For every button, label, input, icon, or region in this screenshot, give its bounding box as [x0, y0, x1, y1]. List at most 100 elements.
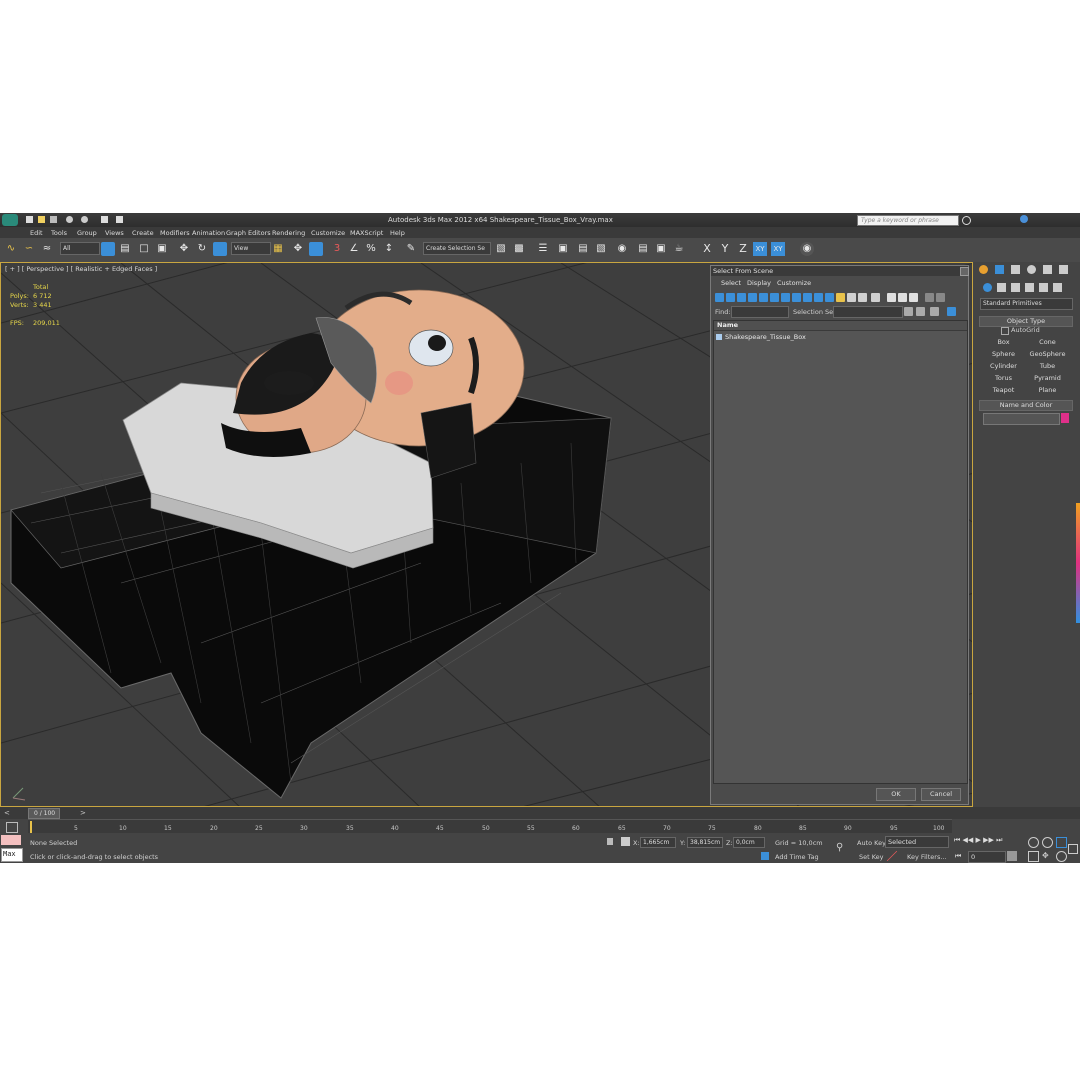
material-editor-icon[interactable]: ◉ — [615, 242, 629, 256]
maxscript-listener-swatch[interactable] — [1, 835, 21, 845]
graphite-modeling-icon[interactable]: ▣ — [556, 242, 570, 256]
angle-snap-icon[interactable]: ∠ — [347, 242, 361, 256]
x-coord-field[interactable]: 1,665cm — [640, 837, 676, 848]
display-spacewarps-icon[interactable] — [770, 293, 779, 302]
help-search-input[interactable]: Type a keyword or phrase — [857, 215, 959, 226]
select-all-icon[interactable] — [887, 293, 896, 302]
menu-create[interactable]: Create — [132, 229, 154, 237]
display-xrefs-icon[interactable] — [792, 293, 801, 302]
edit-named-selection-icon[interactable]: ✎ — [404, 242, 418, 256]
name-column-header[interactable]: Name — [714, 321, 967, 331]
time-slider[interactable]: 0 / 100 < > — [0, 807, 1080, 819]
teapot-button[interactable]: Teapot — [983, 385, 1024, 395]
pyramid-button[interactable]: Pyramid — [1027, 373, 1068, 383]
select-and-move-icon[interactable]: ✥ — [177, 242, 191, 256]
selection-set-add-icon[interactable] — [916, 307, 925, 316]
reference-coordinate-dropdown[interactable]: View — [231, 242, 271, 255]
search-icon[interactable] — [962, 216, 971, 225]
display-lights-icon[interactable] — [737, 293, 746, 302]
object-name-input[interactable] — [983, 413, 1060, 425]
display-invert-icon[interactable] — [871, 293, 880, 302]
display-containers-icon[interactable] — [814, 293, 823, 302]
zoom-all-icon[interactable] — [1042, 837, 1053, 848]
selection-filter-dropdown[interactable]: All — [60, 242, 100, 255]
bind-space-warp-icon[interactable]: ≈ — [40, 242, 54, 256]
mini-curve-editor-icon[interactable] — [6, 822, 18, 833]
key-filters-button[interactable]: Key Filters... — [907, 853, 947, 861]
menu-views[interactable]: Views — [105, 229, 124, 237]
cancel-button[interactable]: Cancel — [921, 788, 961, 801]
menu-rendering[interactable]: Rendering — [272, 229, 305, 237]
pivot-center-icon[interactable]: ▦ — [271, 242, 285, 256]
auto-key-button[interactable]: Auto Key — [857, 839, 886, 847]
helpers-category-icon[interactable] — [1039, 283, 1048, 292]
menu-tools[interactable]: Tools — [51, 229, 67, 237]
orbit-icon[interactable] — [1056, 851, 1067, 862]
zoom-icon[interactable] — [1028, 837, 1039, 848]
menu-help[interactable]: Help — [390, 229, 405, 237]
lock-selection-icon[interactable] — [607, 838, 613, 845]
modify-tab-icon[interactable] — [995, 265, 1004, 274]
axis-xy-cycle-button[interactable]: XY — [771, 242, 785, 256]
create-tab-icon[interactable] — [979, 265, 988, 274]
curve-editor-icon[interactable]: ▤ — [576, 242, 590, 256]
select-and-move-active-icon[interactable] — [213, 242, 227, 256]
keyboard-shortcut-override-icon[interactable] — [309, 242, 323, 256]
name-and-color-rollout[interactable]: Name and Color — [979, 400, 1073, 411]
zoom-extents-icon[interactable] — [1056, 837, 1067, 848]
go-to-start-icon[interactable]: ⏮ — [955, 852, 965, 860]
cameras-category-icon[interactable] — [1025, 283, 1034, 292]
dialog-menu-select[interactable]: Select — [721, 279, 741, 287]
axis-z-button[interactable]: Z — [736, 242, 750, 256]
menu-animation[interactable]: Animation — [192, 229, 225, 237]
select-and-manipulate-icon[interactable]: ✥ — [291, 242, 305, 256]
selection-set-highlight-icon[interactable] — [947, 307, 956, 316]
time-configuration-icon[interactable] — [1007, 851, 1017, 861]
select-none-icon[interactable] — [898, 293, 907, 302]
object-color-swatch[interactable] — [1061, 413, 1069, 423]
ok-button[interactable]: OK — [876, 788, 916, 801]
key-mode-dropdown[interactable]: Selected — [885, 836, 949, 848]
menu-maxscript[interactable]: MAXScript — [350, 229, 383, 237]
rectangular-selection-icon[interactable]: □ — [137, 242, 151, 256]
axis-y-button[interactable]: Y — [718, 242, 732, 256]
pan-view-icon[interactable]: ✥ — [1042, 851, 1051, 860]
torus-button[interactable]: Torus — [983, 373, 1024, 383]
y-coord-field[interactable]: 38,815cm — [687, 837, 723, 848]
display-frozen-icon[interactable] — [825, 293, 834, 302]
maximize-viewport-icon[interactable] — [1068, 844, 1078, 854]
percent-snap-icon[interactable]: % — [364, 242, 378, 256]
geosphere-button[interactable]: GeoSphere — [1027, 349, 1068, 359]
scene-object-list[interactable]: Name Shakespeare_Tissue_Box — [713, 320, 968, 784]
rendered-frame-window-icon[interactable]: ▣ — [654, 242, 668, 256]
selection-set-edit-icon[interactable] — [904, 307, 913, 316]
filter-options-icon[interactable] — [936, 293, 945, 302]
hierarchy-tab-icon[interactable] — [1011, 265, 1020, 274]
tube-button[interactable]: Tube — [1027, 361, 1068, 371]
maxscript-mini-listener[interactable]: Max — [1, 848, 23, 862]
utilities-tab-icon[interactable] — [1059, 265, 1068, 274]
dialog-menu-customize[interactable]: Customize — [777, 279, 811, 287]
motion-tab-icon[interactable] — [1027, 265, 1036, 274]
app-logo-icon[interactable] — [2, 214, 18, 226]
display-geometry-icon[interactable] — [715, 293, 724, 302]
current-frame-field[interactable]: 0 — [968, 851, 1006, 863]
add-time-tag-button[interactable]: Add Time Tag — [775, 853, 819, 861]
select-invert-icon[interactable] — [909, 293, 918, 302]
close-icon[interactable] — [960, 267, 969, 276]
selection-set-dropdown[interactable] — [833, 306, 903, 318]
time-slider-thumb[interactable]: 0 / 100 — [28, 808, 60, 819]
prev-frame-arrow-icon[interactable]: < — [4, 809, 10, 817]
axis-xy-button[interactable]: XY — [753, 242, 767, 256]
track-bar[interactable]: 5 10 15 20 25 30 35 40 45 50 55 60 65 70… — [28, 819, 952, 834]
layer-manager-icon[interactable]: ☰ — [536, 242, 550, 256]
find-input[interactable] — [731, 306, 789, 318]
absolute-mode-icon[interactable] — [621, 837, 630, 846]
display-shapes-icon[interactable] — [726, 293, 735, 302]
set-key-button[interactable]: Set Key — [859, 853, 884, 861]
spacewarps-category-icon[interactable] — [1053, 283, 1062, 292]
menu-customize[interactable]: Customize — [311, 229, 345, 237]
plane-button[interactable]: Plane — [1027, 385, 1068, 395]
next-frame-arrow-icon[interactable]: > — [80, 809, 86, 817]
render-setup-icon[interactable]: ▤ — [636, 242, 650, 256]
